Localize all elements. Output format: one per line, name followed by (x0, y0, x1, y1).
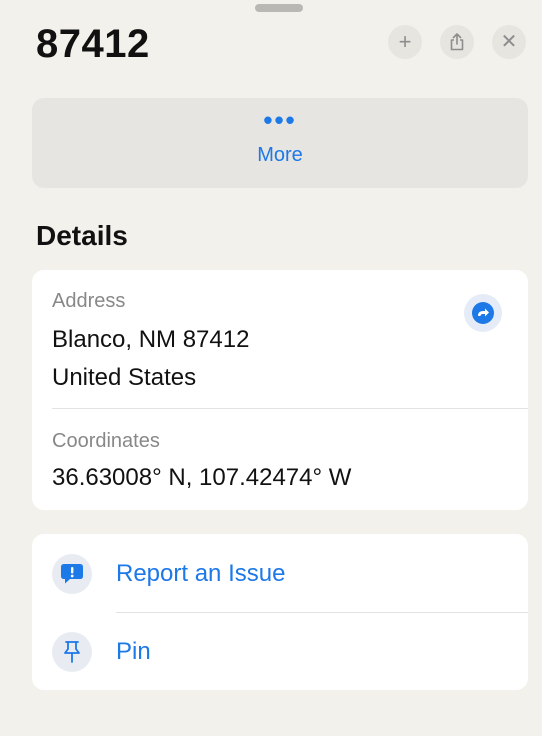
add-button[interactable]: + (388, 25, 422, 59)
more-button[interactable]: ••• More (32, 98, 528, 188)
coordinates-label: Coordinates (52, 430, 160, 452)
plus-icon: + (398, 29, 412, 54)
actions-card: Report an Issue Pin (32, 534, 528, 690)
details-card: Address Blanco, NM 87412 United States C… (32, 270, 528, 510)
page-title: 87412 (36, 22, 150, 66)
pin-row[interactable]: Pin (32, 614, 528, 690)
directions-button[interactable] (464, 294, 502, 332)
close-icon: ✕ (500, 31, 518, 53)
close-button[interactable]: ✕ (492, 25, 526, 59)
sheet-grabber[interactable] (255, 4, 303, 12)
coordinates-value[interactable]: 36.63008° N, 107.42474° W (52, 464, 351, 492)
share-button[interactable] (440, 25, 474, 59)
pin-label: Pin (116, 638, 151, 665)
share-icon (450, 33, 464, 51)
details-heading: Details (36, 220, 128, 251)
details-divider (52, 408, 528, 409)
more-label: More (257, 144, 303, 166)
address-line1[interactable]: Blanco, NM 87412 (52, 326, 249, 354)
report-issue-icon (52, 554, 92, 594)
address-line2[interactable]: United States (52, 364, 196, 392)
report-issue-row[interactable]: Report an Issue (32, 536, 528, 612)
directions-arrow-icon (472, 302, 494, 324)
pin-icon (52, 632, 92, 672)
more-dots-icon: ••• (263, 105, 297, 135)
report-issue-label: Report an Issue (116, 560, 286, 587)
address-label: Address (52, 290, 126, 312)
actions-divider (116, 612, 528, 613)
